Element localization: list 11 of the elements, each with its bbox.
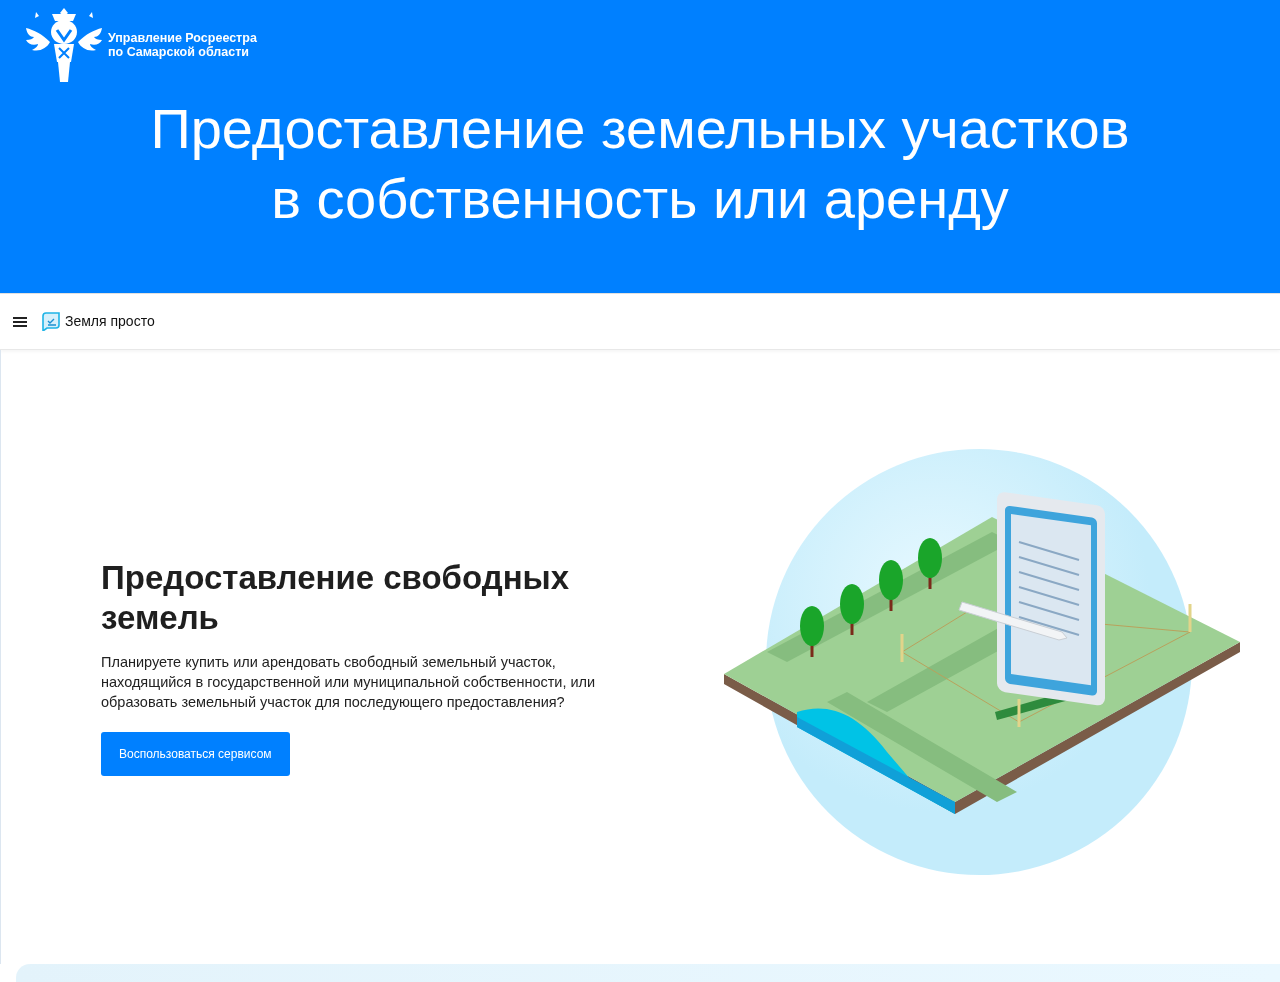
emblem-logo-icon [24, 6, 104, 84]
hero-description: Планируете купить или арендовать свободный земельный участок, находящийся в государственной или муниципальной собственности, или образовать земельный участок для последующего предоставления? [101, 653, 597, 712]
service-name[interactable]: Земля просто [65, 311, 155, 332]
org-name: Управление Росреестра [108, 31, 257, 45]
banner-title: в собственность или аренду [271, 166, 1009, 232]
menu-icon[interactable] [12, 315, 28, 328]
service-logo-icon [42, 312, 61, 331]
org-region: по Самарской области [108, 45, 250, 59]
hero-heading: Предоставление свободных земель [101, 558, 571, 638]
banner-title: Предоставление земельных участков [150, 96, 1130, 162]
service-button[interactable]: Воспользоваться сервисом [101, 732, 290, 776]
